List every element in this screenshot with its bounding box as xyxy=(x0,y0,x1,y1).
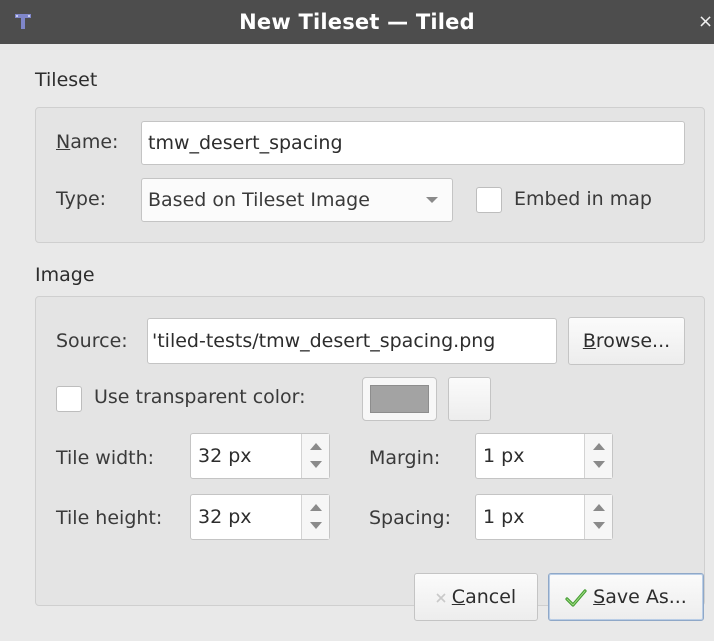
type-combobox-value: Based on Tileset Image xyxy=(148,189,370,211)
margin-value: 1 px xyxy=(483,445,525,467)
spacing-down-icon[interactable] xyxy=(585,517,612,539)
spacing-spinbox[interactable]: 1 px xyxy=(475,494,613,540)
window-title: New Tileset — Tiled xyxy=(239,10,475,34)
tile-height-up-icon[interactable] xyxy=(302,495,329,517)
spacing-label: Spacing: xyxy=(369,507,451,529)
name-label: Name: xyxy=(56,131,119,153)
save-as-button[interactable]: Save As... xyxy=(548,573,704,621)
color-picker-button[interactable] xyxy=(448,377,491,421)
tile-width-spinbox[interactable]: 32 px xyxy=(190,433,330,479)
tile-height-spinbox[interactable]: 32 px xyxy=(190,494,330,540)
chevron-down-icon xyxy=(426,197,438,203)
image-section-title: Image xyxy=(35,264,95,286)
tile-height-down-icon[interactable] xyxy=(302,517,329,539)
tile-width-stepper xyxy=(301,434,329,478)
use-transparent-color-label[interactable]: Use transparent color: xyxy=(94,386,306,408)
margin-stepper xyxy=(584,434,612,478)
margin-label: Margin: xyxy=(369,447,441,469)
type-label: Type: xyxy=(56,188,107,210)
close-icon[interactable]: × xyxy=(698,0,714,44)
tile-width-value: 32 px xyxy=(198,445,252,467)
color-swatch xyxy=(370,385,429,413)
cancel-x-icon xyxy=(436,592,446,603)
type-combobox[interactable]: Based on Tileset Image xyxy=(141,178,453,222)
tile-width-down-icon[interactable] xyxy=(302,456,329,478)
transparent-color-button[interactable] xyxy=(362,377,437,421)
use-transparent-color-checkbox[interactable] xyxy=(56,386,82,412)
embed-in-map-checkbox[interactable] xyxy=(476,187,502,213)
tile-width-up-icon[interactable] xyxy=(302,434,329,456)
browse-button[interactable]: Browse... xyxy=(568,317,685,365)
tileset-section-title: Tileset xyxy=(35,69,98,91)
tile-height-value: 32 px xyxy=(198,506,252,528)
checkmark-icon xyxy=(565,588,587,607)
tile-height-label: Tile height: xyxy=(56,507,163,529)
margin-up-icon[interactable] xyxy=(585,434,612,456)
margin-spinbox[interactable]: 1 px xyxy=(475,433,613,479)
title-bar[interactable]: New Tileset — Tiled × xyxy=(0,0,714,44)
spacing-up-icon[interactable] xyxy=(585,495,612,517)
source-input[interactable]: 'tiled-tests/tmw_desert_spacing.png xyxy=(147,318,557,364)
name-input[interactable]: tmw_desert_spacing xyxy=(141,121,685,165)
source-label: Source: xyxy=(56,330,128,352)
cancel-button[interactable]: Cancel xyxy=(414,573,538,621)
dialog-body: Tileset Name: tmw_desert_spacing Type: B… xyxy=(0,44,714,641)
spacing-value: 1 px xyxy=(483,506,525,528)
tile-height-stepper xyxy=(301,495,329,539)
spacing-stepper xyxy=(584,495,612,539)
tile-width-label: Tile width: xyxy=(56,447,155,469)
embed-in-map-label[interactable]: Embed in map xyxy=(514,188,652,210)
margin-down-icon[interactable] xyxy=(585,456,612,478)
